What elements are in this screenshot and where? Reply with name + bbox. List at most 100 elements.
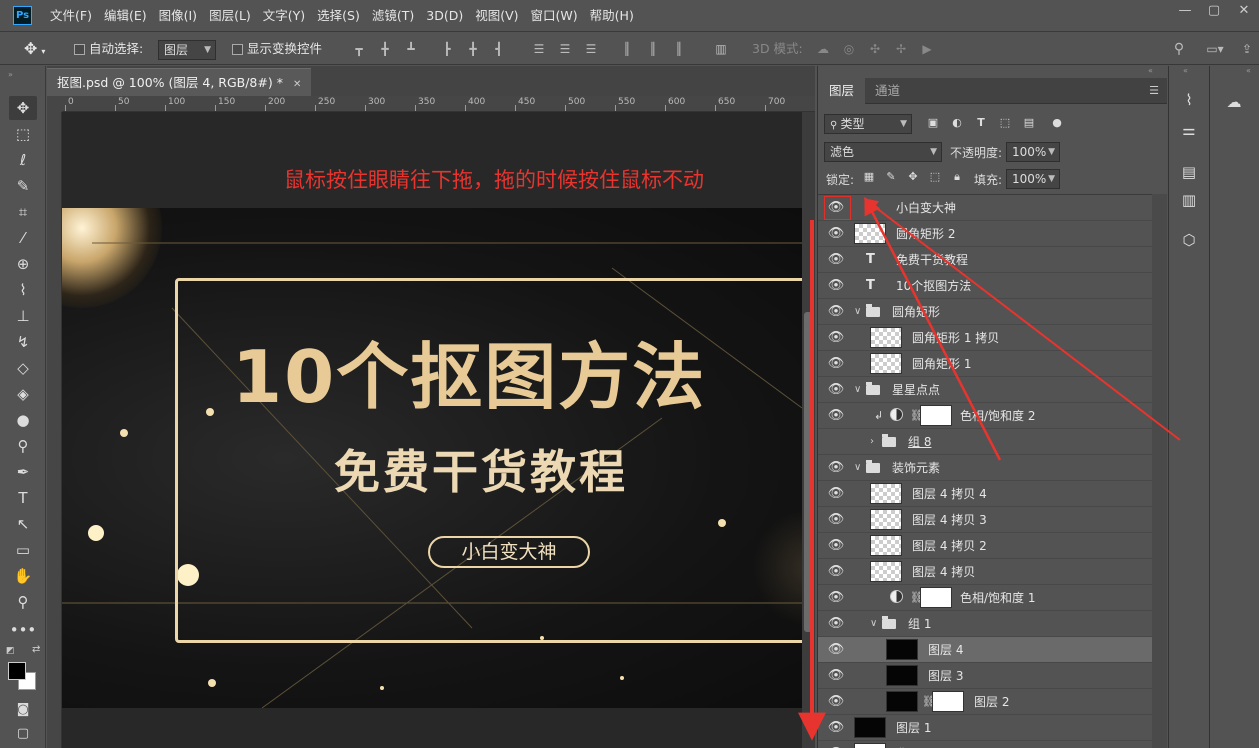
layer-thumbnail[interactable] [854, 717, 886, 738]
eye-icon[interactable]: 👁︎ [826, 251, 846, 269]
eye-icon[interactable]: 👁︎ [826, 329, 846, 347]
type-tool-icon[interactable]: T [9, 486, 37, 510]
screen-mode-icon[interactable]: ▢ [9, 722, 37, 746]
eye-icon[interactable]: 👁︎ [826, 615, 846, 633]
auto-align-icon[interactable]: ▥ [714, 42, 728, 56]
layer-row[interactable]: 👁︎ ⛓ 色相/饱和度 1 [818, 585, 1152, 611]
lock-all-icon[interactable]: 🔒︎ [950, 170, 964, 184]
layer-thumbnail[interactable] [870, 353, 902, 374]
layer-row[interactable]: 👁︎ 图层 4 拷贝 2 [818, 533, 1152, 559]
blend-mode-select[interactable]: 滤色 ▼ [824, 142, 942, 162]
close-tab-icon[interactable]: ✕ [293, 79, 301, 90]
layer-thumbnail[interactable] [870, 509, 902, 530]
eye-icon[interactable]: 👁︎ [826, 459, 846, 477]
filter-type-icon[interactable]: T [974, 116, 988, 130]
paint-bucket-tool-icon[interactable]: ◈ [9, 382, 37, 406]
move-tool-icon[interactable]: ✥ [9, 96, 37, 120]
align-hcenter-icon[interactable]: ╋ [466, 42, 480, 56]
auto-select-checkbox[interactable] [74, 44, 85, 55]
collapse-panel-icon[interactable]: « [1148, 66, 1153, 75]
show-transform-checkbox[interactable] [232, 44, 243, 55]
pen-tool-icon[interactable]: ✒ [9, 460, 37, 484]
layer-row[interactable]: 👁︎ ∨ 组 1 [818, 611, 1152, 637]
menu-item-7[interactable]: 3D(D) [420, 0, 469, 32]
fill-input[interactable]: 100% ▼ [1006, 169, 1060, 189]
distribute-top-icon[interactable]: ☰ [532, 42, 546, 56]
healing-brush-tool-icon[interactable]: ⊕ [9, 252, 37, 276]
filter-shape-icon[interactable]: ⬚ [998, 116, 1012, 130]
menu-item-8[interactable]: 视图(V) [469, 0, 524, 32]
menu-item-10[interactable]: 帮助(H) [584, 0, 640, 32]
layer-row[interactable]: 👁︎ ∨ 装饰元素 [818, 455, 1152, 481]
filter-kind-select[interactable]: ⚲ 类型 ▼ [824, 114, 912, 134]
adjustments-icon[interactable]: ⚌ [1179, 120, 1199, 140]
eye-icon[interactable]: 👁︎ [826, 589, 846, 607]
crop-tool-icon[interactable]: ⌗ [9, 200, 37, 224]
eye-icon[interactable]: 👁︎ [826, 511, 846, 529]
layer-thumbnail[interactable] [854, 743, 886, 748]
menu-item-4[interactable]: 文字(Y) [257, 0, 311, 32]
show-transform-toggle[interactable]: 显示变换控件 [232, 33, 322, 65]
restore-button[interactable]: ▢ [1199, 0, 1229, 24]
align-vcenter-icon[interactable]: ╋ [378, 42, 392, 56]
menu-item-0[interactable]: 文件(F) [44, 0, 98, 32]
layer-row[interactable]: › 组 8 [818, 429, 1152, 455]
expand-dock-icon[interactable]: « [1246, 66, 1251, 75]
eraser-tool-icon[interactable]: ◇ [9, 356, 37, 380]
menu-item-6[interactable]: 滤镜(T) [366, 0, 420, 32]
layer-row[interactable]: 👁︎ 圆角矩形 1 拷贝 [818, 325, 1152, 351]
marquee-tool-icon[interactable]: ⬚ [9, 122, 37, 146]
collapse-toolbar-icon[interactable]: » [8, 70, 13, 79]
distribute-left-icon[interactable]: ║ [620, 42, 634, 56]
mask-thumbnail[interactable] [932, 691, 964, 712]
layer-row[interactable]: 👁︎ 圆角矩形 1 [818, 351, 1152, 377]
move-tool-preset[interactable]: ✥ ▾ [8, 33, 58, 65]
layer-row[interactable]: 👁︎ ∨ 圆角矩形 [818, 299, 1152, 325]
dodge-tool-icon[interactable]: ⚲ [9, 434, 37, 458]
chevron-down-icon[interactable]: ∨ [854, 299, 861, 325]
layer-thumbnail[interactable] [870, 483, 902, 504]
align-right-icon[interactable]: ┫ [492, 42, 506, 56]
lock-position-icon[interactable]: ✥ [906, 170, 920, 184]
lock-transparent-icon[interactable]: ▦ [862, 170, 876, 184]
menu-item-1[interactable]: 编辑(E) [98, 0, 153, 32]
3d-slide-icon[interactable]: ✢ [894, 42, 908, 56]
eye-icon[interactable]: 👁︎ [826, 225, 846, 243]
minimize-button[interactable]: — [1170, 0, 1200, 24]
layer-thumbnail[interactable] [886, 639, 918, 660]
quick-mask-icon[interactable]: ◙ [9, 698, 37, 722]
eye-icon[interactable]: 👁︎ [826, 693, 846, 711]
3d-panel-icon[interactable]: ⬡ [1179, 230, 1199, 250]
eye-icon[interactable]: 👁︎ [826, 199, 846, 217]
3d-pan-icon[interactable]: ✣ [868, 42, 882, 56]
eyedropper-tool-icon[interactable]: ⁄ [9, 226, 37, 250]
canvas-artwork[interactable]: 10个抠图方法 免费干货教程 小白变大神 [62, 208, 802, 708]
layer-thumbnail[interactable] [870, 327, 902, 348]
hand-tool-icon[interactable]: ✋ [9, 564, 37, 588]
filter-smartobject-icon[interactable]: ▤ [1022, 116, 1036, 130]
chevron-down-icon[interactable]: ∨ [870, 611, 877, 637]
layer-thumbnail[interactable] [870, 535, 902, 556]
eye-icon[interactable]: 👁︎ [826, 667, 846, 685]
mask-thumbnail[interactable] [920, 405, 952, 426]
filter-adjustment-icon[interactable]: ◐ [950, 116, 964, 130]
layers-scrollbar[interactable] [1152, 194, 1167, 748]
lasso-tool-icon[interactable]: ℓ [9, 148, 37, 172]
distribute-hcenter-icon[interactable]: ║ [646, 42, 660, 56]
layer-row[interactable]: 👁︎ ∨ 星星点点 [818, 377, 1152, 403]
properties-icon[interactable]: ▥ [1179, 190, 1199, 210]
tab-layers[interactable]: 图层 [818, 78, 866, 104]
scrollbar-thumb[interactable] [804, 312, 812, 632]
auto-select-target-select[interactable]: 图层 ▼ [158, 40, 216, 60]
document-tab[interactable]: 抠图.psd @ 100% (图层 4, RGB/8#) * ✕ [47, 68, 312, 96]
eye-icon[interactable]: 👁︎ [826, 277, 846, 295]
layer-row[interactable]: 👁︎背景🔒︎ [818, 741, 1152, 748]
distribute-right-icon[interactable]: ║ [672, 42, 686, 56]
chevron-down-icon[interactable]: ∨ [854, 455, 861, 481]
workspace-icon[interactable]: ▭▾ [1202, 42, 1228, 56]
opacity-input[interactable]: 100% ▼ [1006, 142, 1060, 162]
align-top-icon[interactable]: ┳ [352, 42, 366, 56]
eye-icon[interactable]: 👁︎ [826, 485, 846, 503]
eye-icon[interactable]: 👁︎ [826, 563, 846, 581]
tab-channels[interactable]: 通道 [864, 78, 911, 104]
